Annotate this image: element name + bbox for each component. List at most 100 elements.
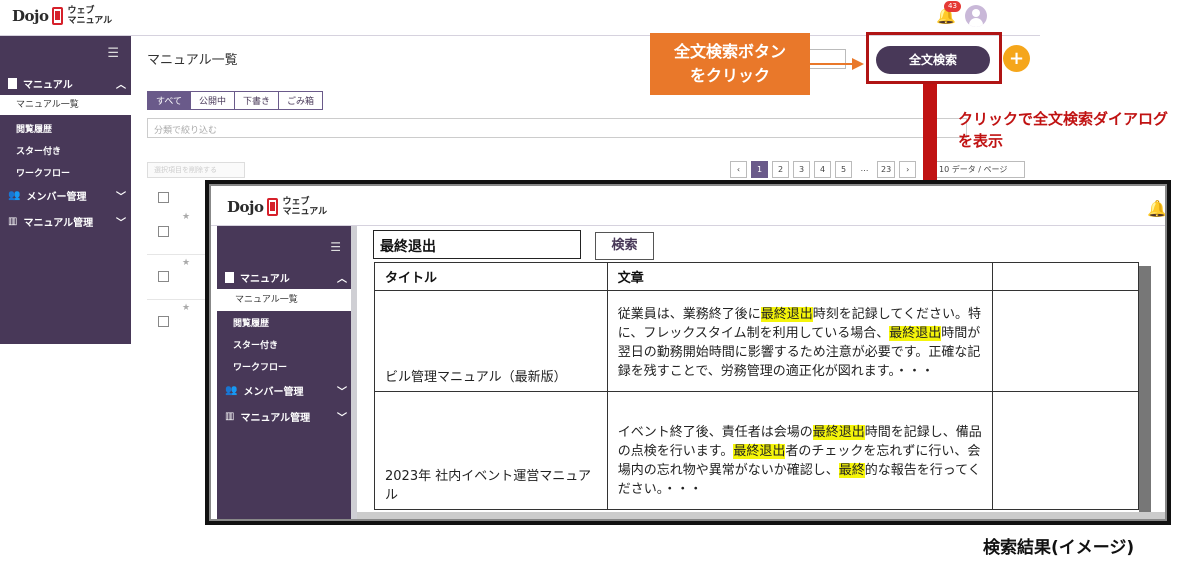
bulk-delete-button[interactable]: 選択項目を削除する (147, 162, 245, 178)
category-filter-input[interactable]: 分類で絞り込む (147, 118, 967, 138)
page-next-button[interactable]: › (899, 161, 917, 178)
sidebar: ☰ マニュアル ︿ マニュアル一覧 閲覧履歴 スター付き ワークフロー 👥 メン… (0, 36, 131, 344)
document-icon (8, 78, 17, 89)
search-button[interactable]: 検索 (595, 232, 654, 260)
search-hit: 最終退出 (760, 307, 813, 322)
result-extra (992, 290, 1139, 392)
sidebar-section-manual[interactable]: マニュアル ︿ (8, 76, 126, 91)
search-hit: 最終 (838, 463, 865, 478)
row-divider (147, 254, 207, 255)
logo-subtitle-line1: ウェブ (67, 6, 95, 16)
search-result-preview: Dojo ウェブ マニュアル 🔔 ☰ マニュアル ︿ マニュアル一覧 閲覧履歴 … (205, 180, 1171, 525)
tab-all[interactable]: すべて (148, 92, 192, 109)
sidebar-item-starred: スター付き (233, 341, 279, 351)
result-body-segment: イベント終了後、責任者は会場の (617, 425, 813, 440)
tab-draft[interactable]: 下書き (235, 92, 280, 109)
sidebar-section-manual-admin[interactable]: ▥ マニュアル管理 ﹀ (8, 214, 126, 229)
tab-published[interactable]: 公開中 (191, 92, 236, 109)
column-header-body: 文章 (606, 262, 994, 291)
sidebar-section-members: 👥 メンバー管理 ﹀ (225, 383, 347, 398)
column-header-title: タイトル (374, 262, 608, 291)
row-checkbox[interactable] (158, 271, 169, 282)
table-row[interactable]: 2023年 社内イベント運営マニュアル イベント終了後、責任者は会場の最終退出時… (374, 391, 1139, 510)
status-filter-tabs: すべて 公開中 下書き ごみ箱 (147, 91, 324, 110)
page-button[interactable]: 1 (751, 161, 768, 178)
logo-wordmark: Dojo (12, 7, 49, 25)
callout-arrow-line (810, 63, 854, 65)
result-body: 従業員は、業務終了後に最終退出時刻を記録してください。特に、フレックスタイム制を… (606, 290, 994, 392)
document-icon (225, 272, 234, 283)
table-header-row: タイトル 文章 (374, 262, 1139, 291)
sidebar-item-history[interactable]: 閲覧履歴 (16, 122, 52, 135)
page-button[interactable]: 4 (814, 161, 831, 178)
callout-arrow-head (852, 58, 864, 70)
avatar[interactable] (965, 5, 987, 27)
instruction-callout: 全文検索ボタン をクリック (650, 33, 810, 95)
sidebar-item-starred[interactable]: スター付き (16, 144, 61, 157)
sidebar-item-workflow: ワークフロー (233, 363, 288, 373)
page-button[interactable]: 2 (772, 161, 789, 178)
people-icon: 👥 (8, 190, 21, 201)
chevron-down-icon: ﹀ (337, 387, 347, 398)
tab-trash[interactable]: ごみ箱 (279, 92, 323, 109)
table-row[interactable]: ビル管理マニュアル（最新版） 従業員は、業務終了後に最終退出時刻を記録してくださ… (374, 290, 1139, 392)
result-caption: 検索結果(イメージ) (983, 538, 1135, 558)
page-button[interactable]: 5 (835, 161, 852, 178)
dialog-bottom-edge (357, 512, 1165, 519)
chevron-down-icon: ﹀ (116, 218, 126, 229)
pagination: ‹ 1 2 3 4 5 … 23 › (730, 161, 917, 178)
sidebar-section-members[interactable]: 👥 メンバー管理 ﹀ (8, 188, 126, 203)
page-button[interactable]: 23 (877, 161, 896, 178)
sidebar-item-workflow[interactable]: ワークフロー (16, 166, 70, 179)
chevron-up-icon: ︿ (116, 80, 126, 91)
hamburger-icon[interactable]: ☰ (107, 46, 119, 61)
bar-chart-icon: ▥ (8, 216, 18, 227)
bar-chart-icon: ▥ (225, 411, 235, 422)
quick-search-input[interactable] (808, 49, 846, 69)
logo-subtitle-line2: マニュアル (282, 207, 328, 217)
per-page-select[interactable]: 10 データ / ページ (930, 161, 1025, 178)
page-title: マニュアル一覧 (147, 53, 238, 68)
column-header-extra (992, 262, 1139, 291)
chevron-down-icon: ﹀ (116, 192, 126, 203)
dialog-left-edge (351, 226, 357, 519)
search-hit: 最終退出 (889, 326, 942, 341)
sidebar-section-label: マニュアル (240, 274, 290, 285)
chevron-up-icon: ︿ (337, 274, 347, 285)
search-hit: 最終退出 (812, 425, 865, 440)
people-icon: 👥 (225, 385, 238, 396)
star-icon[interactable]: ★ (182, 303, 190, 313)
row-divider (147, 299, 207, 300)
sidebar-section-label: メンバー管理 (243, 387, 304, 398)
bell-icon: 🔔 (1147, 199, 1167, 218)
full-text-search-input[interactable]: 最終退出 (373, 230, 581, 259)
page-button[interactable]: 3 (793, 161, 810, 178)
phone-icon (267, 198, 279, 216)
full-text-search-button[interactable]: 全文検索 (876, 46, 990, 74)
results-scrollbar[interactable] (1139, 266, 1151, 513)
star-icon[interactable]: ★ (182, 212, 190, 222)
row-checkbox[interactable] (158, 316, 169, 327)
red-arrow-shaft (923, 84, 937, 194)
result-title[interactable]: 2023年 社内イベント運営マニュアル (374, 391, 608, 510)
dialog-note: クリックで全文検索ダイアログ を表示 (958, 108, 1198, 152)
sidebar-section-label: マニュアル管理 (23, 218, 94, 229)
logo-subtitle-line1: ウェブ (282, 197, 310, 207)
preview-sidebar: ☰ マニュアル ︿ マニュアル一覧 閲覧履歴 スター付き ワークフロー 👥 メン… (217, 226, 351, 519)
top-bar: Dojo ウェブ マニュアル 🔔 43 (0, 0, 1040, 36)
row-checkbox[interactable] (158, 226, 169, 237)
sidebar-section-label: メンバー管理 (26, 192, 87, 203)
page-prev-button[interactable]: ‹ (730, 161, 747, 178)
result-title[interactable]: ビル管理マニュアル（最新版） (374, 290, 608, 392)
star-icon[interactable]: ★ (182, 258, 190, 268)
hamburger-icon: ☰ (330, 240, 341, 254)
search-hit: 最終退出 (733, 444, 786, 459)
add-manual-button[interactable]: + (1003, 45, 1030, 72)
select-all-checkbox[interactable] (158, 192, 169, 203)
app-logo[interactable]: Dojo ウェブ マニュアル (12, 6, 112, 26)
callout-line1: 全文検索ボタン (673, 42, 786, 61)
sidebar-item-manual-list[interactable]: マニュアル一覧 (0, 95, 131, 115)
sidebar-item-history: 閲覧履歴 (233, 319, 270, 329)
logo-wordmark: Dojo (227, 198, 264, 216)
logo-subtitle: ウェブ マニュアル (67, 6, 112, 26)
